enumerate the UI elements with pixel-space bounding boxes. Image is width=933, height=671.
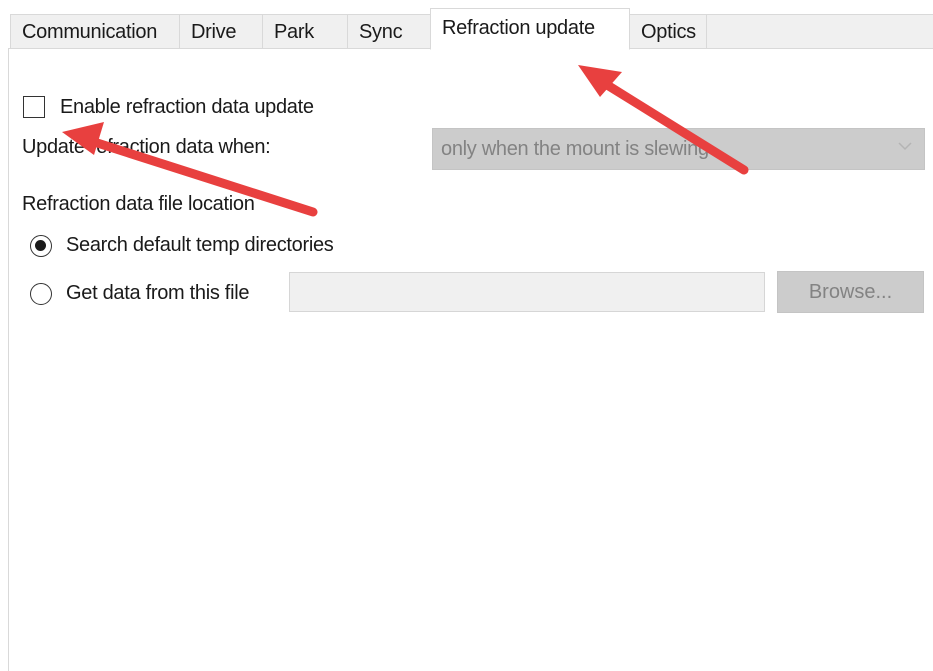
chevron-down-icon <box>898 142 912 151</box>
update-when-label: Update refraction data when: <box>22 136 271 158</box>
file-path-input[interactable] <box>289 272 765 312</box>
tab-optics[interactable]: Optics <box>629 14 707 48</box>
tab-park[interactable]: Park <box>262 14 348 48</box>
tab-strip-filler <box>707 14 933 48</box>
enable-refraction-checkbox[interactable] <box>23 96 45 118</box>
options-dialog: Communication Drive Park Sync Refraction… <box>0 0 933 671</box>
tab-sync[interactable]: Sync <box>347 14 431 48</box>
update-when-value: only when the mount is slewing <box>441 138 709 160</box>
radio-selected-dot <box>35 240 46 251</box>
default-directories-label[interactable]: Search default temp directories <box>66 234 334 257</box>
update-when-select[interactable]: only when the mount is slewing <box>432 128 925 170</box>
enable-refraction-label[interactable]: Enable refraction data update <box>60 96 314 119</box>
tab-refraction-update[interactable]: Refraction update <box>430 8 630 50</box>
get-from-file-label[interactable]: Get data from this file <box>66 282 249 305</box>
browse-button[interactable]: Browse... <box>777 271 924 313</box>
tab-strip: Communication Drive Park Sync Refraction… <box>0 0 933 50</box>
radio-default-directories[interactable] <box>30 235 52 257</box>
radio-get-from-file[interactable] <box>30 283 52 305</box>
tab-drive[interactable]: Drive <box>179 14 263 48</box>
file-location-label: Refraction data file location <box>22 193 255 215</box>
tab-communication[interactable]: Communication <box>10 14 180 48</box>
